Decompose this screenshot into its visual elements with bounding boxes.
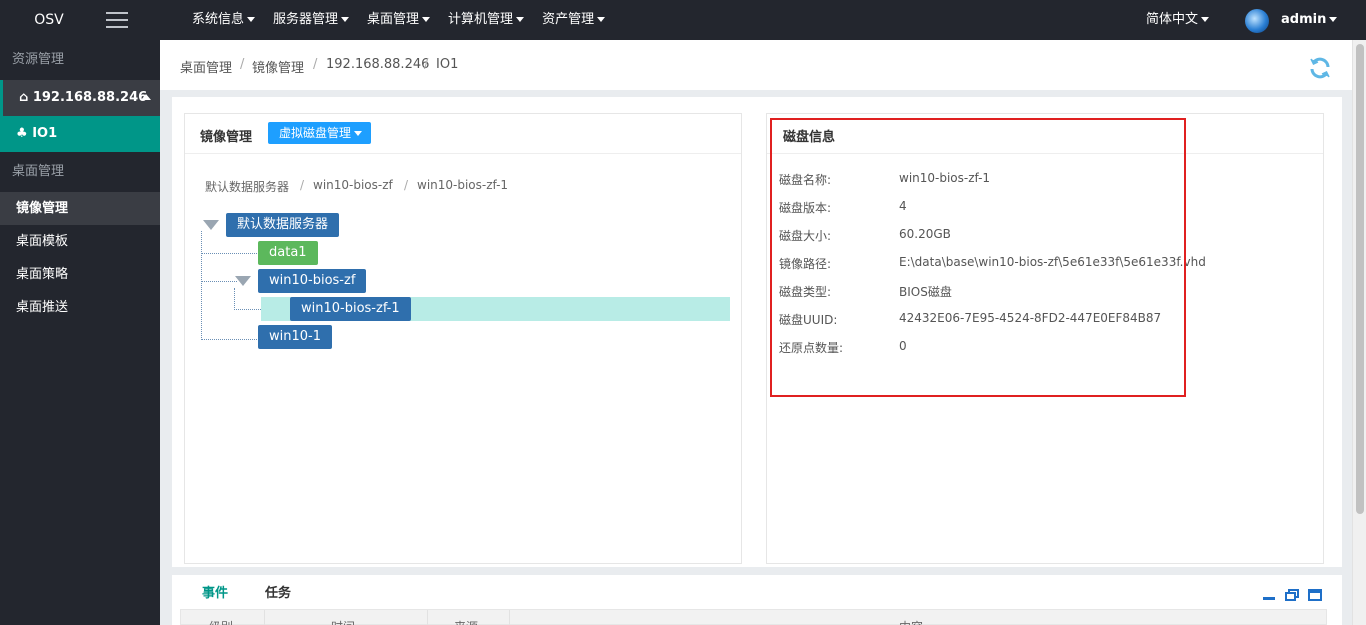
brand-logo[interactable]: OSV: [0, 0, 98, 40]
top-nav: 系统信息 服务器管理 桌面管理 计算机管理 资产管理: [192, 0, 623, 40]
tree-path-separator: /: [300, 178, 305, 192]
column-divider: [427, 610, 428, 625]
sidebar-section-resources: 资源管理: [12, 52, 65, 67]
panel-header: 磁盘信息: [767, 114, 1323, 154]
info-value: 42432E06-7E95-4524-8FD2-447E0EF84B87: [899, 311, 1162, 325]
tree-connector: [201, 339, 257, 340]
tree-path-item[interactable]: 默认数据服务器: [205, 178, 289, 195]
home-icon: ⌂: [19, 90, 29, 105]
breadcrumb-item[interactable]: 桌面管理: [180, 57, 232, 76]
info-label: 磁盘版本:: [779, 201, 832, 215]
panel-title: 磁盘信息: [783, 130, 836, 145]
chevron-down-icon: [597, 17, 606, 22]
column-header[interactable]: 内容: [899, 618, 923, 625]
cluster-icon: ♣: [16, 126, 28, 141]
chevron-down-icon: [341, 17, 350, 22]
sidebar: 资源管理 ⌂ 192.168.88.246 ♣ IO1 桌面管理 镜像管理 桌面…: [0, 40, 160, 625]
tree-path-item[interactable]: win10-bios-zf: [313, 178, 393, 192]
chevron-down-icon: [1201, 17, 1210, 22]
avatar[interactable]: [1245, 9, 1269, 33]
sidebar-item-label: IO1: [32, 126, 58, 141]
tree-path-item-current: win10-bios-zf-1: [417, 178, 509, 192]
chevron-down-icon: [354, 131, 363, 136]
breadcrumb: 桌面管理 / 镜像管理 / 192.168.88.246 / IO1: [160, 40, 1352, 90]
chevron-down-icon: [1329, 17, 1338, 22]
minimize-icon[interactable]: [1262, 589, 1276, 601]
tree-connector: [201, 253, 257, 254]
event-table-header: 级别 时间 来源 内容: [180, 609, 1327, 625]
tree-node-win10-bios-zf[interactable]: win10-bios-zf: [258, 269, 367, 293]
chevron-down-icon: [422, 17, 431, 22]
breadcrumb-item[interactable]: 192.168.88.246: [326, 57, 429, 72]
column-divider: [509, 610, 510, 625]
sidebar-item-desktop-push[interactable]: 桌面推送: [0, 291, 160, 324]
breadcrumb-item-current: IO1: [436, 57, 459, 72]
sidebar-item-label: 192.168.88.246: [32, 90, 148, 105]
tree-connector: [201, 231, 202, 340]
expand-triangle-icon[interactable]: [235, 276, 251, 286]
nav-system-info[interactable]: 系统信息: [192, 0, 256, 40]
restore-icon[interactable]: [1285, 589, 1299, 601]
column-header[interactable]: 来源: [454, 618, 478, 625]
scrollbar-thumb[interactable]: [1356, 44, 1364, 514]
tab-events[interactable]: 事件: [202, 582, 228, 601]
info-value: 60.20GB: [899, 227, 951, 241]
panel-title: 镜像管理: [200, 130, 253, 145]
breadcrumb-item[interactable]: 镜像管理: [252, 57, 304, 76]
language-selector[interactable]: 简体中文: [1146, 0, 1210, 40]
breadcrumb-separator: /: [240, 57, 245, 72]
info-value: 4: [899, 199, 907, 213]
expand-triangle-icon[interactable]: [203, 220, 219, 230]
nav-desktop-management[interactable]: 桌面管理: [367, 0, 431, 40]
nav-computer-management[interactable]: 计算机管理: [448, 0, 525, 40]
page-scrollbar[interactable]: [1352, 40, 1366, 625]
maximize-icon[interactable]: [1308, 589, 1322, 601]
virtual-disk-dropdown[interactable]: 虚拟磁盘管理: [268, 122, 372, 144]
tree-node-default-data-server[interactable]: 默认数据服务器: [226, 213, 340, 237]
nav-asset-management[interactable]: 资产管理: [542, 0, 606, 40]
info-value: 0: [899, 339, 907, 353]
tree-node-win10-1[interactable]: win10-1: [258, 325, 332, 349]
tree-connector: [234, 309, 261, 310]
refresh-icon[interactable]: [1308, 56, 1332, 80]
column-header[interactable]: 级别: [209, 618, 233, 625]
panel-header: 镜像管理 虚拟磁盘管理: [185, 114, 741, 154]
info-label: 还原点数量:: [779, 341, 844, 355]
chevron-up-icon: [141, 94, 151, 100]
tree-connector: [234, 288, 235, 310]
disk-info-panel: 磁盘信息 磁盘名称: win10-bios-zf-1 磁盘版本: 4 磁盘大小: 60…: [766, 113, 1324, 564]
info-label: 磁盘名称:: [779, 173, 832, 187]
column-divider: [264, 610, 265, 625]
sidebar-item-desktop-policy[interactable]: 桌面策略: [0, 258, 160, 291]
column-header[interactable]: 时间: [331, 618, 355, 625]
info-label: 镜像路径:: [779, 257, 832, 271]
tree-node-data1[interactable]: data1: [258, 241, 318, 265]
sidebar-item-image-management[interactable]: 镜像管理: [0, 192, 160, 225]
sidebar-item-io1[interactable]: ♣ IO1: [0, 116, 160, 152]
info-value: BIOS磁盘: [899, 285, 952, 299]
tree-connector: [201, 281, 237, 282]
menu-toggle-icon[interactable]: [106, 12, 128, 28]
breadcrumb-separator: /: [313, 57, 318, 72]
tree-path-separator: /: [404, 178, 409, 192]
info-label: 磁盘大小:: [779, 229, 832, 243]
tree-node-win10-bios-zf-1[interactable]: win10-bios-zf-1: [290, 297, 411, 321]
chevron-down-icon: [516, 17, 525, 22]
info-label: 磁盘类型:: [779, 285, 832, 299]
chevron-down-icon: [247, 17, 256, 22]
tab-tasks[interactable]: 任务: [265, 582, 291, 601]
info-value: E:\data\base\win10-bios-zf\5e61e33f\5e61…: [899, 255, 1206, 269]
sidebar-section-desktop: 桌面管理: [12, 164, 65, 179]
sidebar-item-host[interactable]: ⌂ 192.168.88.246: [0, 80, 160, 116]
breadcrumb-separator: /: [424, 57, 429, 72]
top-bar: OSV 系统信息 服务器管理 桌面管理 计算机管理 资产管理 简体中文 admi…: [0, 0, 1366, 40]
nav-server-management[interactable]: 服务器管理: [273, 0, 350, 40]
user-menu[interactable]: admin: [1281, 0, 1338, 40]
info-value: win10-bios-zf-1: [899, 171, 991, 185]
sidebar-item-desktop-template[interactable]: 桌面模板: [0, 225, 160, 258]
info-label: 磁盘UUID:: [779, 313, 838, 327]
